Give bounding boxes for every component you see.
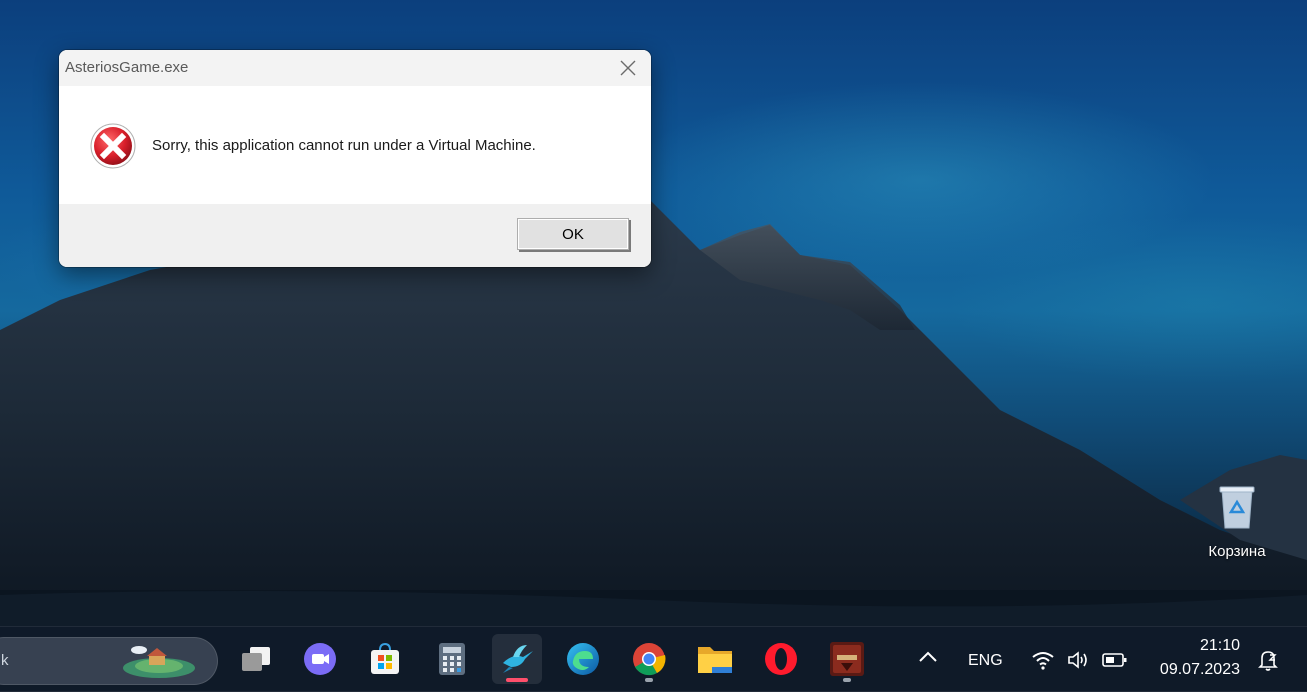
teams-icon (304, 643, 336, 675)
dialog-title: AsteriosGame.exe (65, 59, 189, 76)
folder-icon (698, 647, 732, 673)
error-dialog: AsteriosGame.exe Sorry, this application… (59, 50, 651, 267)
file-explorer-button[interactable] (690, 634, 740, 684)
task-view-button[interactable] (231, 634, 281, 684)
dialog-footer: OK (59, 204, 651, 267)
recycle-bin-shortcut[interactable]: Корзина (1198, 484, 1276, 564)
active-app-indicator (506, 678, 528, 682)
dialog-body: Sorry, this application cannot run under… (59, 86, 651, 204)
game-icon (830, 642, 864, 676)
input-language-indicator[interactable]: ENG (968, 652, 1003, 670)
search-text: k (1, 652, 9, 669)
clock-date: 09.07.2023 (1159, 661, 1240, 678)
hummingbird-icon (503, 645, 533, 673)
dialog-message: Sorry, this application cannot run under… (152, 137, 536, 154)
volume-icon[interactable] (1066, 650, 1090, 670)
ok-button[interactable]: OK (517, 218, 629, 250)
microsoft-store-button[interactable] (360, 634, 410, 684)
recycle-bin-icon (1219, 486, 1255, 529)
calculator-button[interactable] (427, 634, 477, 684)
taskbar: k ENG 21:10 09.07.2023 (0, 626, 1307, 692)
running-indicator (645, 678, 653, 682)
chrome-icon (633, 643, 666, 676)
opera-app-button[interactable] (756, 634, 806, 684)
clock[interactable]: 21:10 09.07.2023 (1148, 637, 1240, 679)
edge-icon (567, 643, 599, 675)
close-icon (620, 60, 636, 76)
running-indicator (843, 678, 851, 682)
task-view-icon (242, 647, 270, 671)
error-icon (90, 123, 136, 169)
lineage-game-button[interactable] (822, 634, 872, 684)
chevron-up-icon[interactable] (917, 649, 939, 665)
hummingbird-app-button[interactable] (492, 634, 542, 684)
teams-app-button[interactable] (295, 634, 345, 684)
search-input[interactable]: k (0, 637, 218, 685)
notification-bell-icon[interactable] (1256, 648, 1280, 672)
store-icon (371, 642, 399, 674)
battery-icon[interactable] (1101, 650, 1129, 670)
calculator-icon (439, 643, 465, 675)
search-highlight-icon (123, 646, 195, 678)
close-button[interactable] (605, 50, 651, 86)
clock-time: 21:10 (1199, 637, 1240, 654)
dialog-titlebar[interactable]: AsteriosGame.exe (59, 50, 651, 86)
opera-icon (765, 643, 797, 675)
chrome-app-button[interactable] (624, 634, 674, 684)
recycle-bin-label: Корзина (1208, 543, 1266, 560)
wifi-icon[interactable] (1031, 650, 1055, 670)
edge-app-button[interactable] (558, 634, 608, 684)
